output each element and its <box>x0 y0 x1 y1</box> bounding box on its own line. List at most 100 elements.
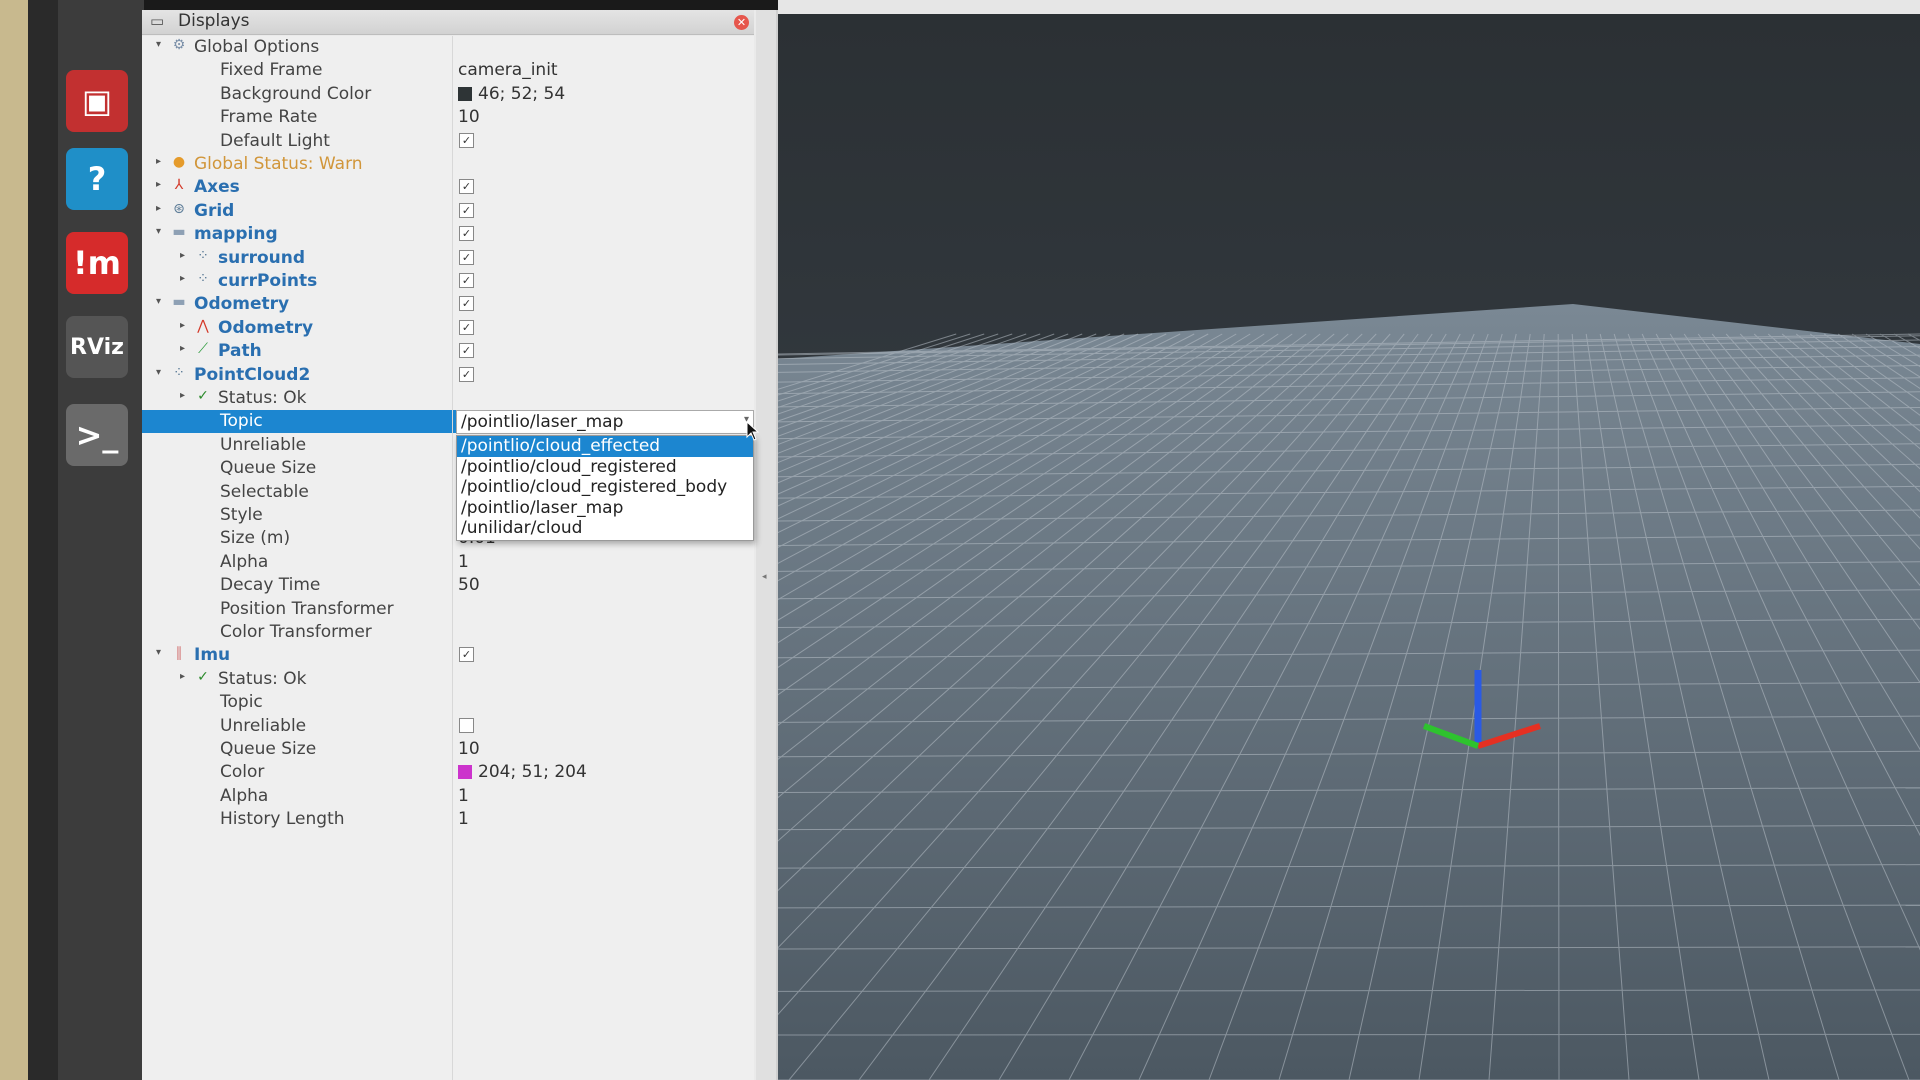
tree-row-pointcloud2[interactable]: ▾ ⁘ PointCloud2 ✓ <box>142 364 754 387</box>
topic-combo-box[interactable]: /pointlio/laser_map ▾ <box>456 410 754 435</box>
check-icon: ✓ <box>197 388 209 404</box>
panel-splitter[interactable]: ◂ <box>756 10 776 1080</box>
tree-row-alpha[interactable]: Alpha 1 <box>142 785 754 808</box>
close-button[interactable]: ✕ <box>734 15 749 30</box>
topic-option[interactable]: /pointlio/cloud_registered <box>457 457 753 478</box>
tree-label: Topic <box>220 692 263 713</box>
3d-render-view[interactable] <box>778 14 1920 1080</box>
pointcloud-icon: ⁘ <box>197 247 209 264</box>
tree-label: currPoints <box>218 271 318 291</box>
expand-arrow-icon[interactable]: ▸ <box>156 179 166 190</box>
tree-row-decay-time[interactable]: Decay Time 50 <box>142 574 754 597</box>
checkbox-checked[interactable]: ✓ <box>459 249 474 265</box>
checkbox-checked[interactable]: ✓ <box>459 343 474 359</box>
tree-row-default-light[interactable]: Default Light ✓ <box>142 130 754 153</box>
column-separator[interactable] <box>452 36 453 1080</box>
tree-row-grid[interactable]: ▸ ⊛ Grid ✓ <box>142 200 754 223</box>
topic-option[interactable]: /pointlio/cloud_registered_body <box>457 477 753 498</box>
tree-label: Position Transformer <box>220 598 394 619</box>
tree-row-color[interactable]: Color 204; 51; 204 <box>142 761 754 784</box>
terminal-icon[interactable]: >_ <box>66 404 128 466</box>
checkbox-checked[interactable]: ✓ <box>459 202 474 218</box>
mouse-cursor-icon <box>746 421 760 441</box>
checkbox-checked[interactable]: ✓ <box>459 273 474 288</box>
expand-arrow-icon[interactable]: ▸ <box>156 203 166 214</box>
property-value[interactable]: 46; 52; 54 <box>458 84 565 104</box>
collapse-arrow-icon[interactable]: ▾ <box>156 39 166 50</box>
expand-arrow-icon[interactable]: ▸ <box>180 273 190 284</box>
tree-row-background-color[interactable]: Background Color 46; 52; 54 <box>142 83 754 106</box>
tree-row-unreliable[interactable]: Unreliable <box>142 715 754 738</box>
checkbox-checked[interactable]: ✓ <box>459 226 474 242</box>
tree-row-global-status-warn[interactable]: ▸ ● Global Status: Warn <box>142 153 754 176</box>
tree-row-odometry[interactable]: ▸ ⋀ Odometry ✓ <box>142 317 754 340</box>
tree-row-global-options[interactable]: ▾ ⚙ Global Options <box>142 36 754 59</box>
tree-row-mapping[interactable]: ▾ ▬ mapping ✓ <box>142 223 754 246</box>
tree-row-color-transformer[interactable]: Color Transformer <box>142 621 754 644</box>
collapse-arrow-icon[interactable]: ▾ <box>156 367 166 378</box>
tree-label: History Length <box>220 809 345 830</box>
tree-row-status-ok[interactable]: ▸ ✓ Status: Ok <box>142 668 754 691</box>
tree-row-frame-rate[interactable]: Frame Rate 10 <box>142 106 754 129</box>
tree-row-surround[interactable]: ▸ ⁘ surround ✓ <box>142 247 754 270</box>
pointcloud-icon: ⁘ <box>197 271 209 287</box>
property-value[interactable]: 10 <box>458 739 480 759</box>
color-swatch[interactable] <box>458 765 472 780</box>
topic-option[interactable]: /pointlio/laser_map <box>457 498 753 519</box>
property-value[interactable]: 204; 51; 204 <box>458 762 587 782</box>
checkbox-checked[interactable]: ✓ <box>459 179 474 195</box>
expand-arrow-icon[interactable]: ▸ <box>180 671 190 682</box>
color-swatch[interactable] <box>458 86 472 101</box>
tree-label: Grid <box>194 200 235 221</box>
tree-row-alpha[interactable]: Alpha 1 <box>142 551 754 574</box>
odometry-icon: ⋀ <box>197 317 209 334</box>
tree-row-odometry[interactable]: ▾ ▬ Odometry ✓ <box>142 293 754 316</box>
tree-row-axes[interactable]: ▸ ⅄ Axes ✓ <box>142 176 754 199</box>
collapse-arrow-icon[interactable]: ▾ <box>156 226 166 237</box>
rviz-icon[interactable]: RViz <box>66 316 128 378</box>
tree-row-path[interactable]: ▸ ⟋ Path ✓ <box>142 340 754 363</box>
tree-label: Global Status: Warn <box>194 154 363 174</box>
tree-row-currpoints[interactable]: ▸ ⁘ currPoints ✓ <box>142 270 754 293</box>
property-value[interactable]: 1 <box>458 809 469 829</box>
folder-icon: ▬ <box>172 294 186 311</box>
collapse-arrow-icon[interactable]: ▾ <box>156 296 166 307</box>
tree-row-history-length[interactable]: History Length 1 <box>142 808 754 831</box>
displays-panel: ▭ Displays ✕ ▾ ⚙ Global Options Fixed Frame… <box>142 10 778 1080</box>
expand-arrow-icon[interactable]: ▸ <box>156 156 166 167</box>
checkbox-checked[interactable]: ✓ <box>459 366 474 382</box>
checkbox-checked[interactable]: ✓ <box>459 647 474 663</box>
property-value[interactable]: 1 <box>458 786 469 806</box>
expand-arrow-icon[interactable]: ▸ <box>180 343 190 354</box>
tree-label: Imu <box>194 645 231 666</box>
expand-arrow-icon[interactable]: ▸ <box>180 250 190 261</box>
expand-arrow-icon[interactable]: ▸ <box>180 320 190 331</box>
tree-row-queue-size[interactable]: Queue Size 10 <box>142 738 754 761</box>
tree-label: mapping <box>194 224 278 245</box>
grid-icon: ⊛ <box>173 200 185 217</box>
tree-row-imu[interactable]: ▾ ∥ Imu ✓ <box>142 644 754 667</box>
tree-row-topic[interactable]: Topic <box>142 691 754 714</box>
property-value[interactable]: camera_init <box>458 60 558 80</box>
help-icon[interactable]: ? <box>66 148 128 210</box>
tree-label: Fixed Frame <box>220 60 323 81</box>
topic-option[interactable]: /unilidar/cloud <box>457 518 753 539</box>
tree-row-status-ok[interactable]: ▸ ✓ Status: Ok <box>142 387 754 410</box>
tree-label: Global Options <box>194 37 320 57</box>
property-value[interactable]: 10 <box>458 107 480 127</box>
checkbox-checked[interactable]: ✓ <box>459 132 474 148</box>
property-value[interactable]: 50 <box>458 575 480 595</box>
topic-option[interactable]: /pointlio/cloud_effected <box>457 436 753 457</box>
remote-desktop-icon[interactable]: ▣ <box>66 70 128 132</box>
grid-floor <box>778 304 1920 1080</box>
checkbox-unchecked[interactable] <box>459 717 474 733</box>
checkbox-checked[interactable]: ✓ <box>459 296 474 312</box>
tree-row-fixed-frame[interactable]: Fixed Frame camera_init <box>142 59 754 82</box>
collapse-arrow-icon[interactable]: ▾ <box>156 647 166 658</box>
im-app-icon[interactable]: !m <box>66 232 128 294</box>
tree-row-topic[interactable]: Topic/pointlio/laser_map ▾ <box>142 410 754 435</box>
expand-arrow-icon[interactable]: ▸ <box>180 390 190 401</box>
tree-row-position-transformer[interactable]: Position Transformer <box>142 598 754 621</box>
checkbox-checked[interactable]: ✓ <box>459 319 474 335</box>
property-value[interactable]: 1 <box>458 552 469 572</box>
